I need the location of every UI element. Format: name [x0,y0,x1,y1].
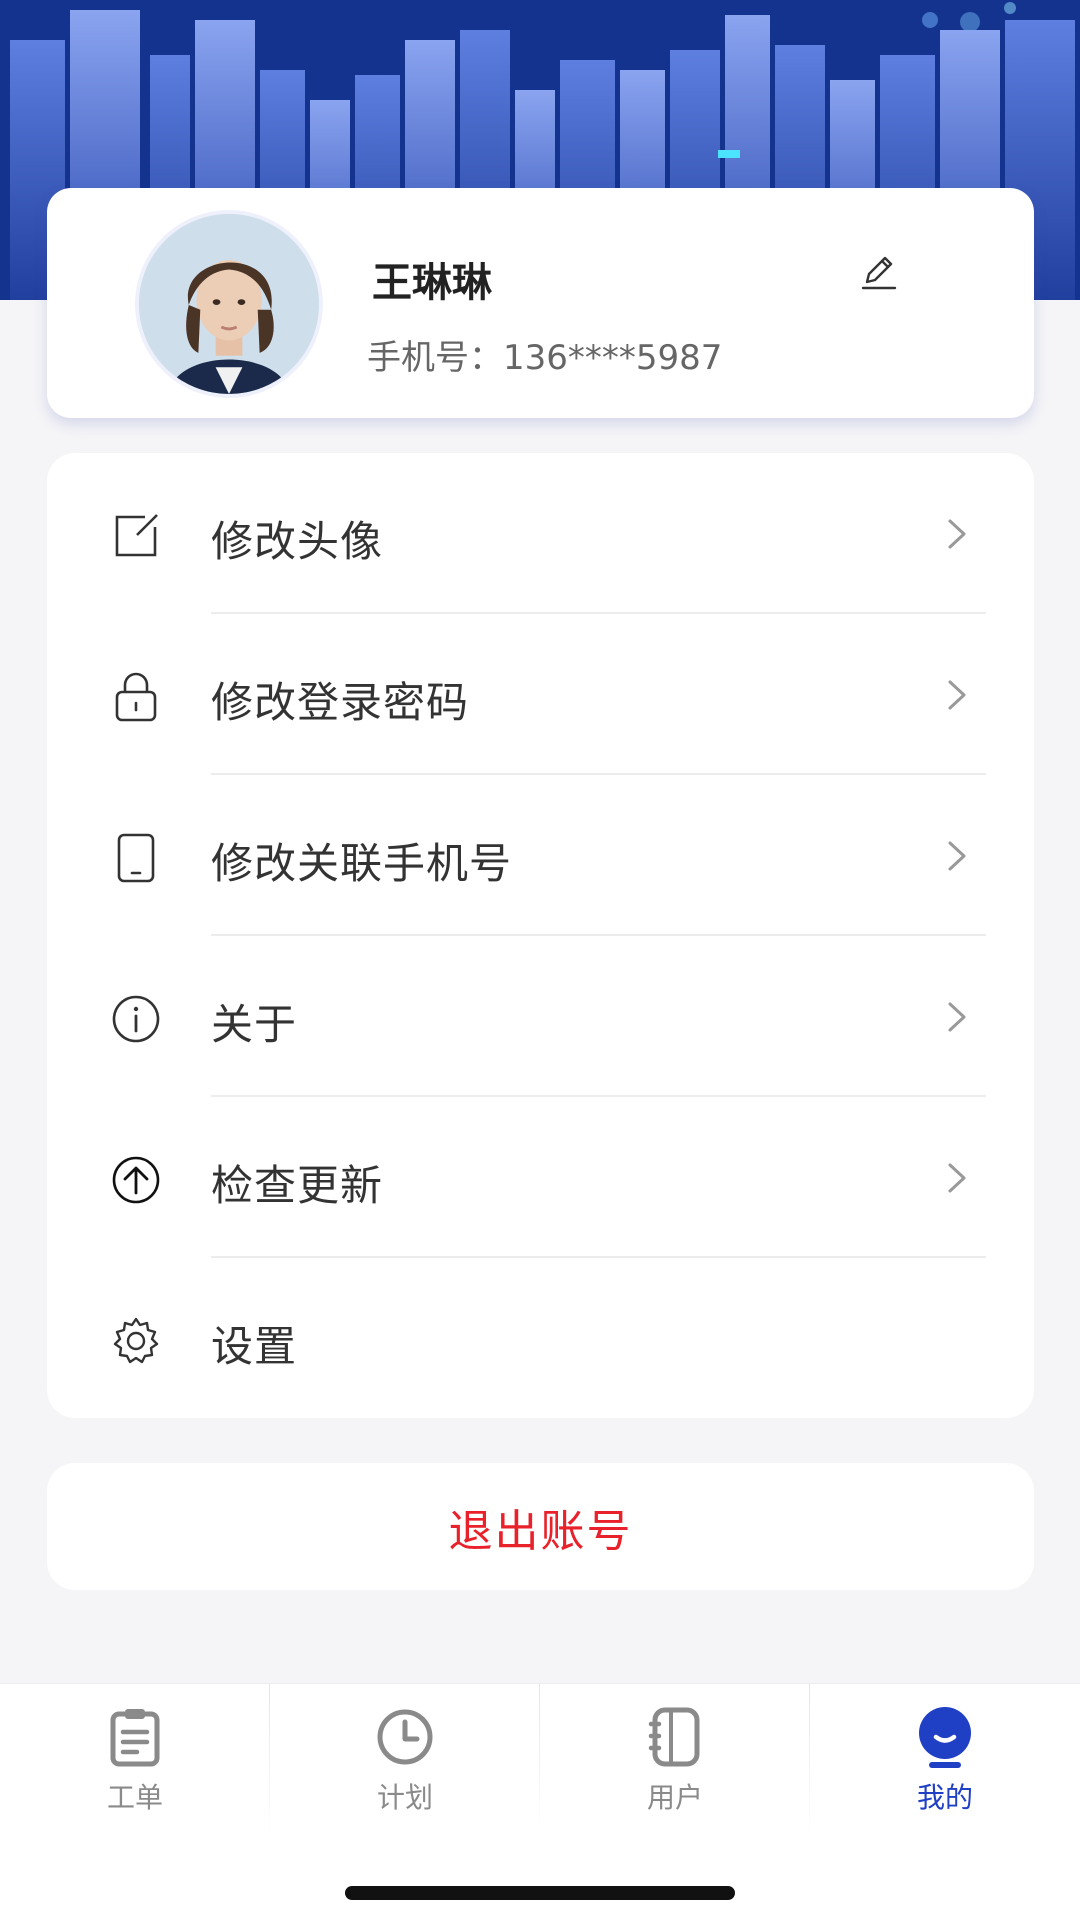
gear-icon [113,1317,159,1364]
info-icon [112,995,160,1043]
chevron-right-icon [948,1002,966,1032]
tab-label: 计划 [376,1781,433,1814]
tab-label: 我的 [916,1781,973,1814]
user-name: 王琳琳 [372,260,492,306]
clipboard-icon [110,1709,160,1767]
tab-users[interactable]: 用户 [540,1684,810,1834]
tab-work-orders[interactable]: 工单 [0,1684,270,1834]
chevron-right-icon [948,519,966,549]
user-phone: 手机号：136****5987 [367,338,723,378]
menu-item-label: 关于 [211,1000,298,1049]
menu-item-check-update[interactable]: 检查更新 [47,1097,1034,1258]
tab-label: 用户 [646,1781,703,1814]
chevron-right-icon [948,680,966,710]
menu-item-label: 设置 [211,1322,298,1371]
edit-profile-button[interactable] [857,250,901,294]
clock-icon [377,1709,433,1765]
chevron-right-icon [948,841,966,871]
contacts-icon [648,1707,700,1767]
avatar-portrait-image [139,214,319,394]
tab-mine[interactable]: 我的 [810,1684,1080,1834]
menu-item-change-phone[interactable]: 修改关联手机号 [47,775,1034,936]
logout-button[interactable]: 退出账号 [47,1463,1034,1590]
avatar[interactable] [135,210,323,398]
menu-item-label: 修改关联手机号 [211,839,513,888]
menu-item-change-avatar[interactable]: 修改头像 [47,453,1034,614]
menu-item-label: 修改登录密码 [211,678,470,727]
lock-icon [115,672,157,722]
edit-square-icon [115,514,158,557]
bottom-tab-bar: 工单 计划 用户 我的 [0,1683,1080,1920]
tab-plans[interactable]: 计划 [270,1684,540,1834]
smile-icon [919,1707,971,1768]
tab-label: 工单 [106,1781,163,1814]
menu-item-label: 修改头像 [211,517,384,566]
profile-card: 王琳琳 手机号：136****5987 [47,188,1034,418]
menu-item-about[interactable]: 关于 [47,936,1034,1097]
chevron-right-icon [948,1163,966,1193]
pencil-icon [861,256,897,290]
settings-menu: 修改头像 修改登录密码 修改关联手机号 关于 检查更新 设置 [47,453,1034,1418]
home-indicator [345,1886,735,1900]
menu-item-change-password[interactable]: 修改登录密码 [47,614,1034,775]
upload-arrow-icon [112,1156,160,1204]
phone-icon [117,833,155,883]
menu-item-settings[interactable]: 设置 [47,1258,1034,1419]
menu-item-label: 检查更新 [211,1161,384,1210]
logout-label: 退出账号 [448,1505,633,1557]
